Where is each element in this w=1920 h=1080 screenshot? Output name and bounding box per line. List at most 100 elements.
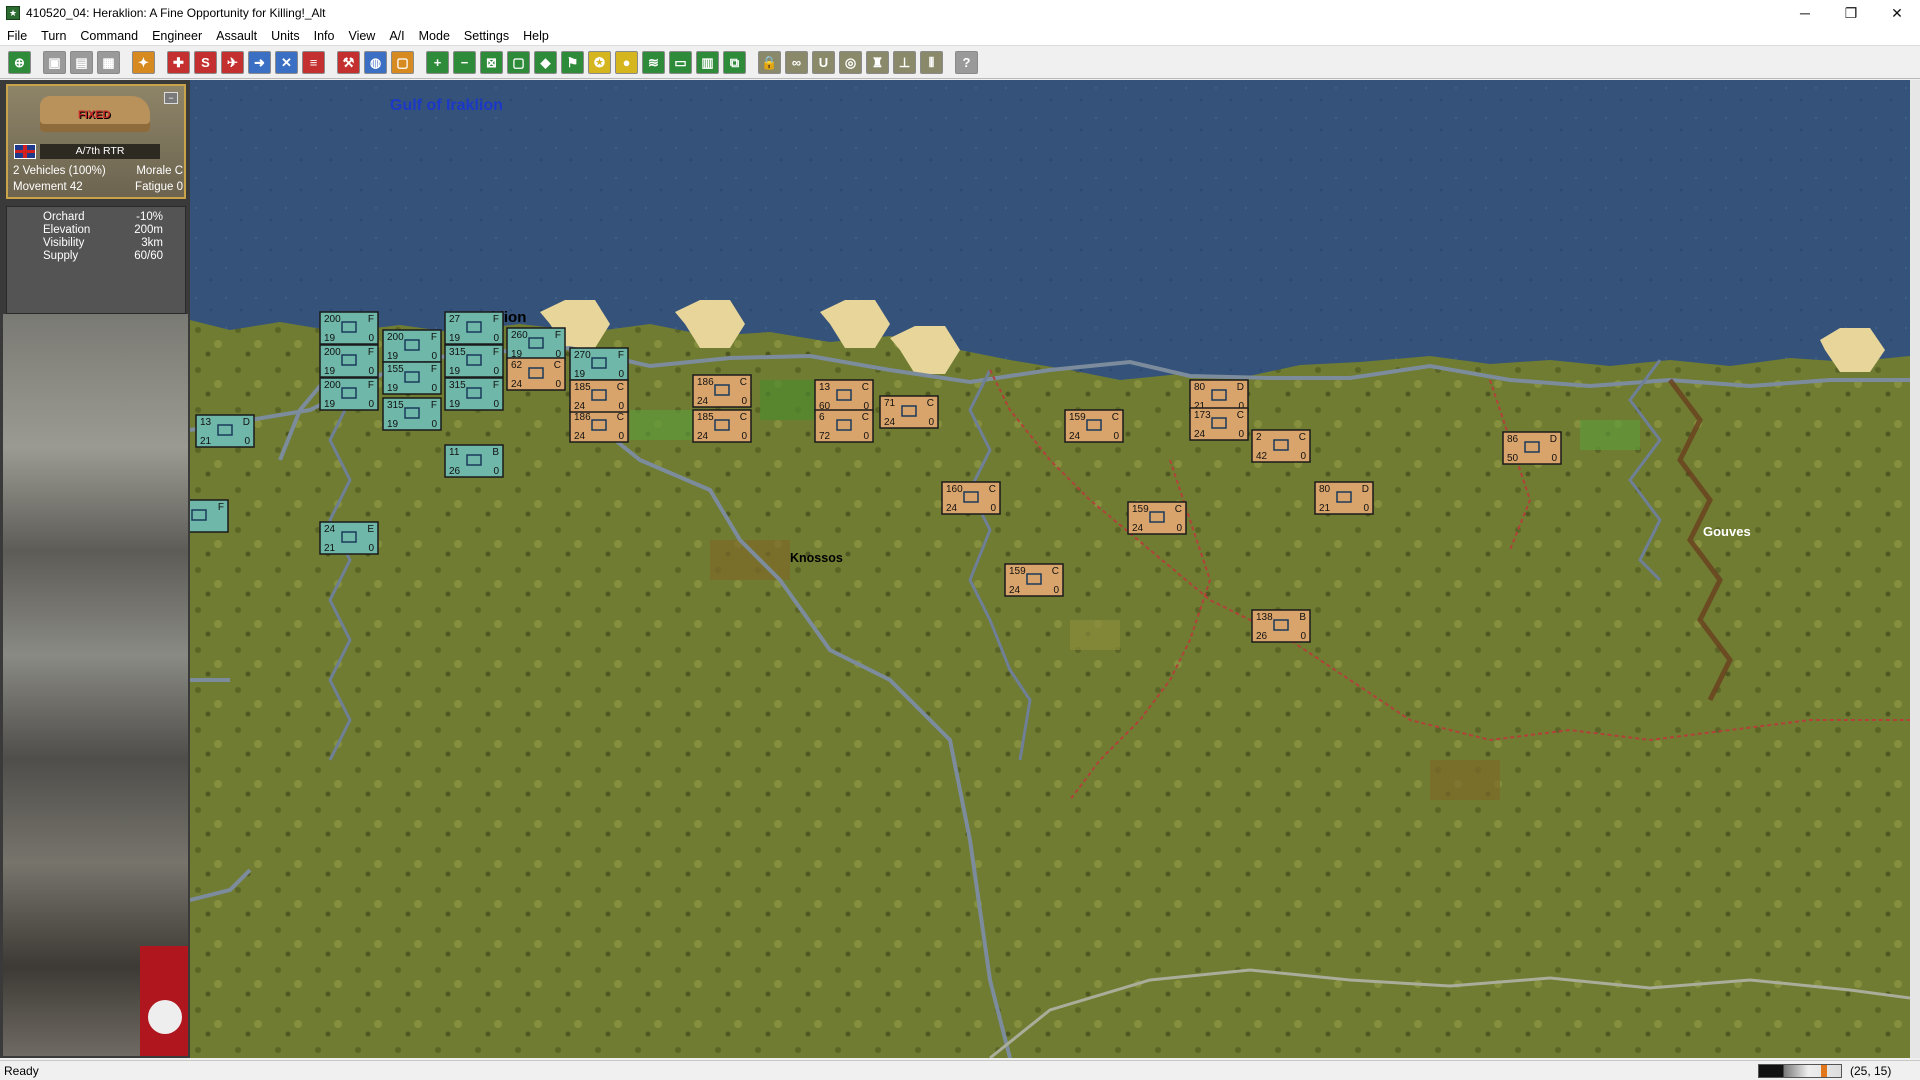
minimize-button[interactable]: ─ [1782, 0, 1828, 26]
menu-settings[interactable]: Settings [457, 29, 516, 43]
circle-icon[interactable]: ◎ [839, 51, 862, 74]
axis-unit-counter[interactable]: 86 D 50 0 [1502, 431, 1562, 465]
axis-unit-counter[interactable]: 160 C 24 0 [941, 481, 1001, 515]
allied-unit-counter[interactable]: 11 B 26 0 [444, 444, 504, 478]
menu-mode[interactable]: Mode [412, 29, 457, 43]
menu-info[interactable]: Info [307, 29, 342, 43]
open-icon[interactable]: ▤ [70, 51, 93, 74]
axis-unit-counter[interactable]: 62 C 24 0 [506, 357, 566, 391]
supply-icon[interactable]: S [194, 51, 217, 74]
menu-file[interactable]: File [0, 29, 34, 43]
jump-icon[interactable]: ⊕ [8, 51, 31, 74]
monitor-icon[interactable]: ▭ [669, 51, 692, 74]
axis-unit-counter[interactable]: 185 C 24 0 [692, 409, 752, 443]
binocular-icon[interactable]: ∞ [785, 51, 808, 74]
menu-units[interactable]: Units [264, 29, 306, 43]
frame-icon[interactable]: ▢ [507, 51, 530, 74]
allied-unit-counter[interactable]: 260 F19 0 [506, 327, 566, 361]
terrain-icon[interactable]: ≋ [642, 51, 665, 74]
artillery-icon[interactable]: ✚ [167, 51, 190, 74]
unit-moves: 19 [449, 366, 461, 377]
u-icon[interactable]: U [812, 51, 835, 74]
allied-unit-counter[interactable]: 200 F 19 0 [319, 377, 379, 411]
menu-assault[interactable]: Assault [209, 29, 264, 43]
menu-turn[interactable]: Turn [34, 29, 73, 43]
lock-icon[interactable]: 🔒 [758, 51, 781, 74]
axis-unit-counter[interactable]: 80 D21 0 [1189, 379, 1249, 413]
restore-button[interactable]: ❐ [1828, 0, 1874, 26]
vertical-scrollbar[interactable] [1910, 80, 1920, 1058]
unit-moves: 26 [1256, 631, 1268, 642]
map-canvas[interactable]: Gulf of Iraklion Heraklion Knossos Gouve… [190, 80, 1910, 1058]
allied-unit-counter[interactable]: 24 E 21 0 [319, 521, 379, 555]
uk-flag-icon [14, 144, 36, 159]
allied-unit-counter[interactable]: 155 F 19 0 [382, 361, 442, 395]
allied-unit-counter[interactable]: 315 F 19 0 [382, 397, 442, 431]
zoom-in-icon[interactable]: + [426, 51, 449, 74]
axis-unit-counter[interactable]: 185 C 24 0 [569, 379, 629, 413]
move-icon[interactable]: ➜ [248, 51, 271, 74]
globe-icon[interactable]: ◍ [364, 51, 387, 74]
airstrike-icon[interactable]: ✕ [275, 51, 298, 74]
help-icon[interactable]: ? [955, 51, 978, 74]
medal-icon[interactable]: ● [615, 51, 638, 74]
allied-unit-counter[interactable]: 200 F 19 0 [319, 344, 379, 378]
menu-engineer[interactable]: Engineer [145, 29, 209, 43]
axis-unit-counter[interactable]: 186 C 24 0 [692, 374, 752, 408]
axis-unit-counter[interactable]: 13 C60 0 [814, 379, 874, 413]
report-icon[interactable]: ≡ [302, 51, 325, 74]
print-icon[interactable]: ▦ [97, 51, 120, 74]
castle-icon[interactable]: ♜ [866, 51, 889, 74]
air-icon[interactable]: ✈ [221, 51, 244, 74]
allied-unit-counter[interactable]: 13 D 21 0 [195, 414, 255, 448]
unit-card[interactable]: FIXED − A/7th RTR 2 Vehicles (100%) Mora… [6, 84, 186, 199]
axis-unit-counter[interactable]: 2 C 42 0 [1251, 429, 1311, 463]
axis-unit-counter[interactable]: 6 C 72 0 [814, 409, 874, 443]
allied-unit-counter[interactable]: F [190, 499, 229, 533]
collapse-panel-button[interactable]: − [164, 92, 178, 104]
reinforce-icon[interactable]: ✦ [132, 51, 155, 74]
unit-moves: 24 [1009, 585, 1021, 596]
save-icon[interactable]: ▣ [43, 51, 66, 74]
close-button[interactable]: ✕ [1874, 0, 1920, 26]
engineer-icon[interactable]: ⚒ [337, 51, 360, 74]
menu-command[interactable]: Command [73, 29, 145, 43]
link-icon[interactable]: ⧉ [723, 51, 746, 74]
allied-unit-counter[interactable]: 270 F 19 0 [569, 347, 629, 381]
unit-morale: Morale C [136, 165, 183, 177]
map-icon[interactable]: ▥ [696, 51, 719, 74]
allied-unit-counter[interactable]: 200 F 19 0 [319, 311, 379, 345]
org-icon[interactable]: ⊥ [893, 51, 916, 74]
allied-unit-counter[interactable]: 27 F 19 0 [444, 311, 504, 345]
battle-map[interactable]: Gulf of Iraklion Heraklion Knossos Gouve… [190, 80, 1910, 1058]
axis-unit-counter[interactable]: 159 C 24 0 [1127, 501, 1187, 535]
axis-unit-counter[interactable]: 186 C 24 0 [569, 409, 629, 443]
unit-strength: 315 [449, 347, 466, 358]
unit-quality: F [368, 347, 374, 358]
menu-help[interactable]: Help [516, 29, 556, 43]
unit-moves: 19 [387, 419, 399, 430]
menu-view[interactable]: View [341, 29, 382, 43]
axis-unit-counter[interactable]: 173 C 24 0 [1189, 407, 1249, 441]
axis-unit-counter[interactable]: 159 C 24 0 [1064, 409, 1124, 443]
unit-strength: 200 [324, 314, 341, 325]
axis-unit-counter[interactable]: 159 C 24 0 [1004, 563, 1064, 597]
bracket-icon[interactable]: ⫴ [920, 51, 943, 74]
allied-unit-counter[interactable]: 200 F 19 0 [382, 329, 442, 363]
diamond-icon[interactable]: ◆ [534, 51, 557, 74]
unit-icon[interactable]: ✪ [588, 51, 611, 74]
axis-unit-counter[interactable]: 71 C 24 0 [879, 395, 939, 429]
unit-moves: 42 [1256, 451, 1268, 462]
allied-unit-counter[interactable]: 315 F 19 0 [444, 344, 504, 378]
allied-unit-counter[interactable]: 315 F 19 0 [444, 377, 504, 411]
axis-unit-counter[interactable]: 80 D21 0 [1314, 481, 1374, 515]
info-icon[interactable]: ▢ [391, 51, 414, 74]
axis-unit-counter[interactable]: 138 B 26 0 [1251, 609, 1311, 643]
menu-ai[interactable]: A/I [382, 29, 411, 43]
zoom-out-icon[interactable]: − [453, 51, 476, 74]
unit-quality: F [431, 364, 437, 375]
unit-strength: 200 [324, 347, 341, 358]
hex-grid-icon[interactable]: ⊠ [480, 51, 503, 74]
unit-fatigue: 0 [1176, 523, 1182, 534]
flag-icon[interactable]: ⚑ [561, 51, 584, 74]
